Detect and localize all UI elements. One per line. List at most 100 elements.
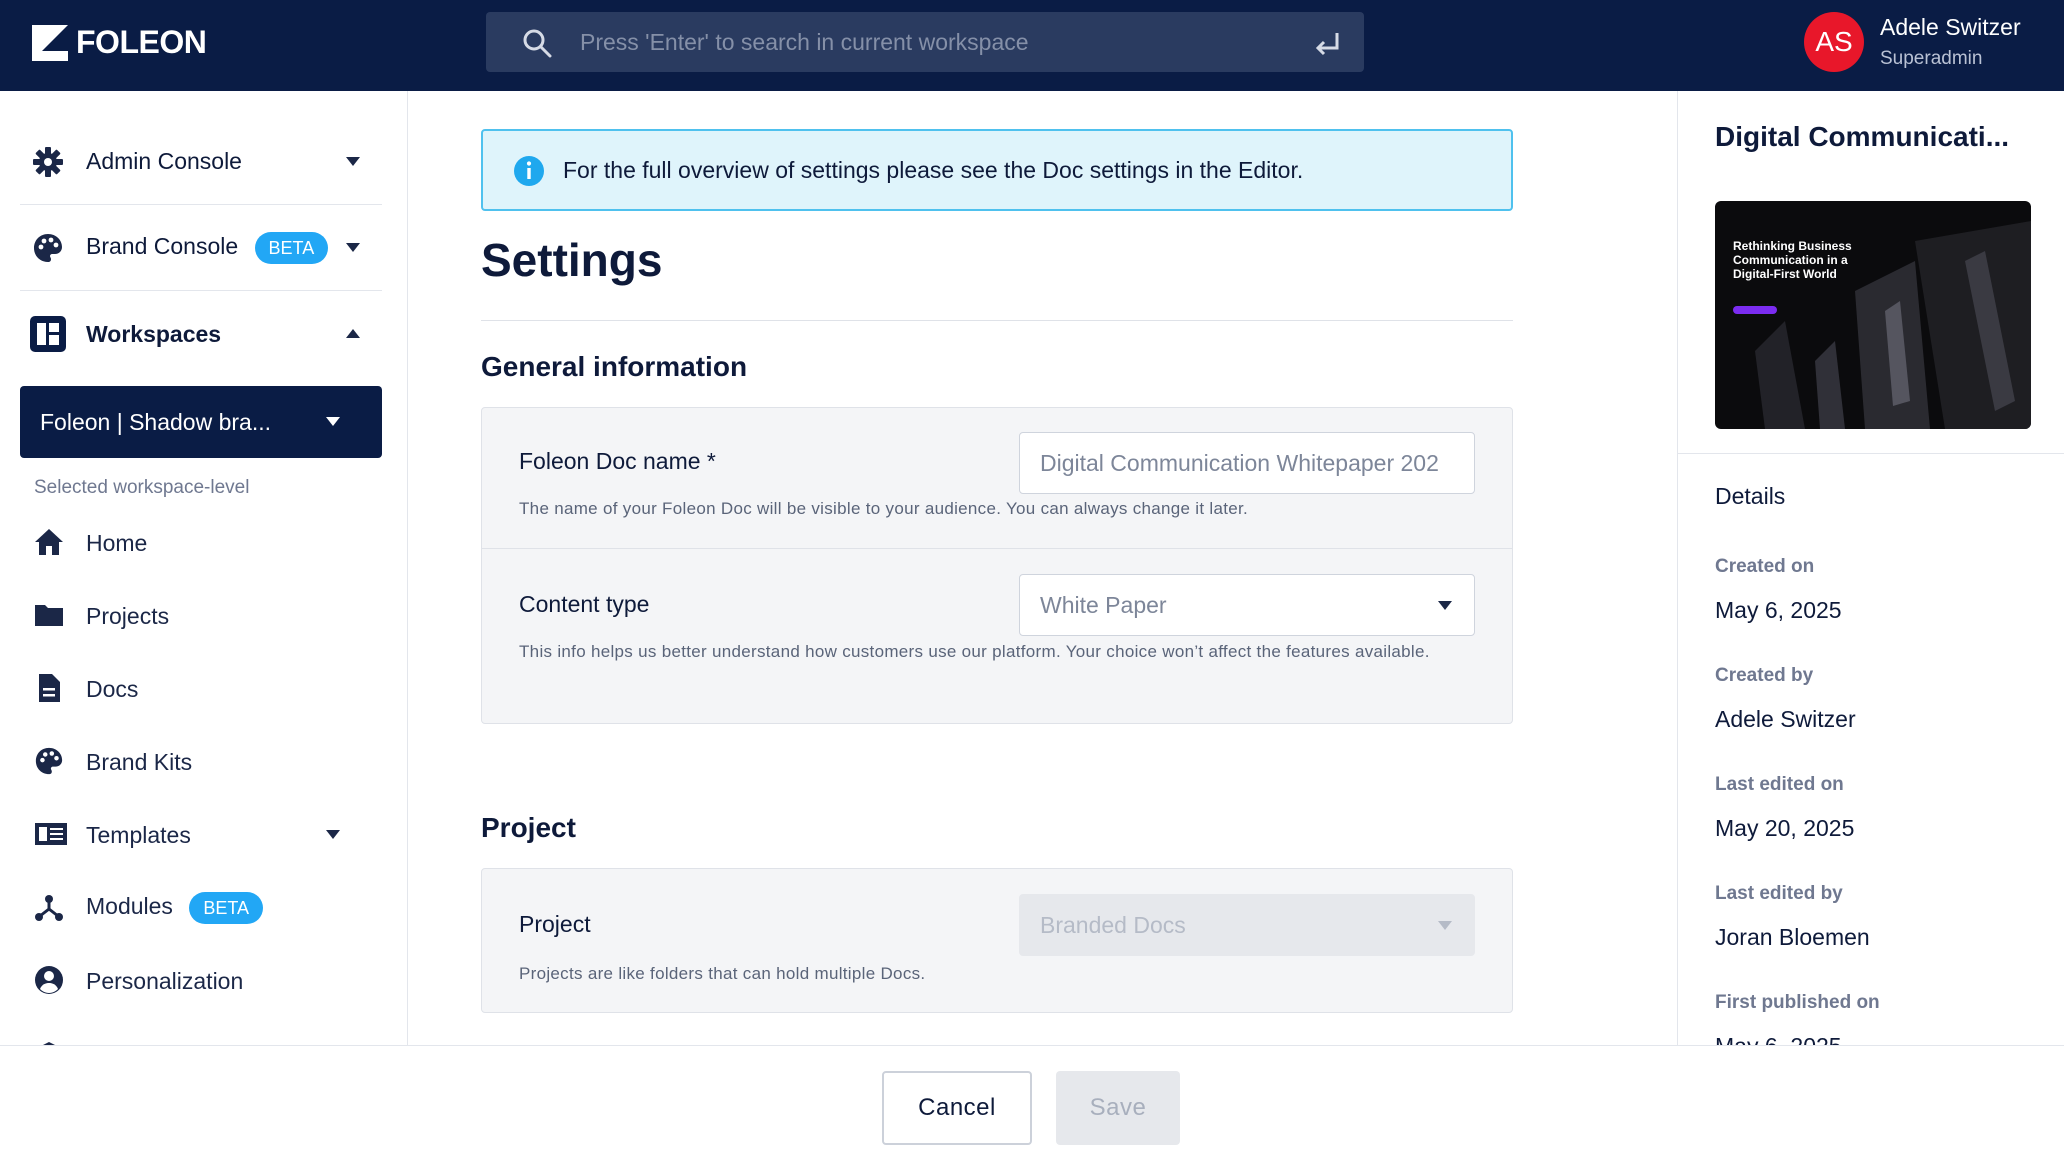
home-icon xyxy=(35,529,63,555)
panel-divider xyxy=(1678,453,2064,454)
last-edited-on-value: May 20, 2025 xyxy=(1715,815,1855,841)
user-menu[interactable]: AS Adele Switzer Superadmin xyxy=(1804,12,2021,72)
content-type-row: Content type White Paper This info helps… xyxy=(482,548,1512,723)
sidebar-item-docs[interactable]: Docs xyxy=(20,661,382,717)
folder-icon xyxy=(35,605,63,626)
sidebar-item-brand-kits[interactable]: Brand Kits xyxy=(20,734,382,790)
created-on-value: May 6, 2025 xyxy=(1715,597,1842,623)
palette-icon xyxy=(34,234,62,262)
logo-text: FOLEON xyxy=(76,24,207,60)
save-button[interactable]: Save xyxy=(1056,1071,1180,1145)
chevron-down-icon xyxy=(1438,921,1452,930)
document-icon xyxy=(39,674,60,702)
home-label: Home xyxy=(86,529,148,556)
project-label: Project xyxy=(519,911,591,937)
sidebar-item-home[interactable]: Home xyxy=(20,515,382,571)
section-title-general: General information xyxy=(481,351,748,382)
doc-thumbnail[interactable]: Rethinking Business Communication in a D… xyxy=(1715,201,2031,429)
search-input[interactable] xyxy=(580,22,1260,62)
content-type-label: Content type xyxy=(519,591,650,617)
thumbnail-title: Rethinking Business Communication in a D… xyxy=(1733,239,1852,281)
main-content: For the full overview of settings please… xyxy=(409,91,1677,1046)
personalization-label: Personalization xyxy=(86,967,244,994)
section-title-project: Project xyxy=(481,812,576,843)
enter-key-icon xyxy=(1315,33,1339,56)
sidebar-item-modules[interactable]: Modules BETA xyxy=(20,880,382,936)
doc-name-row: Foleon Doc name * Digital Communication … xyxy=(482,408,1512,548)
search-icon xyxy=(523,29,552,58)
chevron-down-icon[interactable] xyxy=(346,157,360,167)
modules-icon xyxy=(35,895,63,921)
top-bar: FOLEON AS Adele Switzer Superadmin xyxy=(0,0,2064,91)
sidebar: Admin Console Brand Console BETA Workspa… xyxy=(0,91,408,1046)
workspace-select-value: Foleon | Shadow bra... xyxy=(40,408,271,435)
workspaces-label: Workspaces xyxy=(86,320,222,347)
info-banner: For the full overview of settings please… xyxy=(481,129,1513,211)
workspace-level-caption: Selected workspace-level xyxy=(34,477,250,498)
footer-actions: Cancel Save xyxy=(0,1045,2064,1161)
templates-icon xyxy=(35,823,67,845)
general-information-card: Foleon Doc name * Digital Communication … xyxy=(481,407,1513,724)
beta-badge: BETA xyxy=(189,892,264,924)
foleon-logo-icon xyxy=(32,24,68,61)
workspaces-icon xyxy=(30,316,66,352)
doc-name-help: The name of your Foleon Doc will be visi… xyxy=(519,499,1249,518)
created-by-value: Adele Switzer xyxy=(1715,706,1856,732)
doc-name-label: Foleon Doc name * xyxy=(519,448,716,474)
brand-kits-label: Brand Kits xyxy=(86,748,193,775)
doc-details-panel: Digital Communicati... Rethinking Busine… xyxy=(1677,91,2064,1046)
project-select[interactable]: Branded Docs xyxy=(1019,894,1475,956)
project-value: Branded Docs xyxy=(1040,911,1186,938)
sidebar-item-projects[interactable]: Projects xyxy=(20,588,382,644)
palette-icon xyxy=(35,747,63,775)
thumbnail-graphic xyxy=(1755,221,2031,429)
info-banner-text: For the full overview of settings please… xyxy=(563,156,1304,183)
beta-badge: BETA xyxy=(254,231,329,264)
chevron-down-icon xyxy=(1438,601,1452,610)
project-card: Project Branded Docs Projects are like f… xyxy=(481,868,1513,1013)
user-role: Superadmin xyxy=(1880,48,1983,69)
user-circle-icon xyxy=(35,966,63,994)
last-edited-by-value: Joran Bloemen xyxy=(1715,924,1870,950)
chevron-down-icon[interactable] xyxy=(346,243,360,253)
created-on-label: Created on xyxy=(1715,556,1815,577)
docs-label: Docs xyxy=(86,675,139,702)
search-bar xyxy=(486,12,1364,72)
page-title: Settings xyxy=(481,234,663,286)
templates-label: Templates xyxy=(86,821,191,848)
sidebar-item-templates[interactable]: Templates xyxy=(20,807,382,863)
doc-name-field[interactable]: Digital Communication Whitepaper 202 xyxy=(1019,432,1475,494)
info-icon xyxy=(514,156,544,186)
sidebar-admin-console[interactable]: Admin Console xyxy=(20,119,382,205)
projects-label: Projects xyxy=(86,602,170,629)
gear-icon xyxy=(33,147,63,177)
admin-console-label: Admin Console xyxy=(86,148,242,174)
title-divider xyxy=(481,320,1513,321)
content-type-select[interactable]: White Paper xyxy=(1019,574,1475,636)
sidebar-workspaces[interactable]: Workspaces xyxy=(20,291,382,377)
last-edited-by-label: Last edited by xyxy=(1715,883,1843,904)
modules-text: Modules xyxy=(86,893,173,919)
doc-name-value: Digital Communication Whitepaper 202 xyxy=(1040,449,1439,476)
first-published-label: First published on xyxy=(1715,992,1880,1013)
avatar[interactable]: AS xyxy=(1804,12,1864,72)
created-by-label: Created by xyxy=(1715,665,1814,686)
last-edited-on-label: Last edited on xyxy=(1715,774,1844,795)
content-type-help: This info helps us better understand how… xyxy=(519,642,1430,661)
sidebar-item-personalization[interactable]: Personalization xyxy=(20,953,382,1009)
brand-console-text: Brand Console xyxy=(86,232,239,259)
chevron-down-icon[interactable] xyxy=(326,830,340,840)
sidebar-brand-console[interactable]: Brand Console BETA xyxy=(20,205,382,291)
thumbnail-button xyxy=(1733,306,1777,314)
doc-title: Digital Communicati... xyxy=(1715,121,2010,152)
project-row: Project Branded Docs Projects are like f… xyxy=(482,869,1512,1012)
workspace-select[interactable]: Foleon | Shadow bra... xyxy=(20,386,382,458)
foleon-logo[interactable]: FOLEON xyxy=(32,24,207,61)
modules-label: Modules BETA xyxy=(86,892,264,924)
cancel-button[interactable]: Cancel xyxy=(882,1071,1032,1145)
sidebar-item-cutoff[interactable] xyxy=(20,1026,382,1046)
content-type-value: White Paper xyxy=(1040,591,1167,618)
brand-console-label: Brand Console BETA xyxy=(86,231,329,264)
project-help: Projects are like folders that can hold … xyxy=(519,964,926,983)
chevron-up-icon[interactable] xyxy=(346,329,360,339)
